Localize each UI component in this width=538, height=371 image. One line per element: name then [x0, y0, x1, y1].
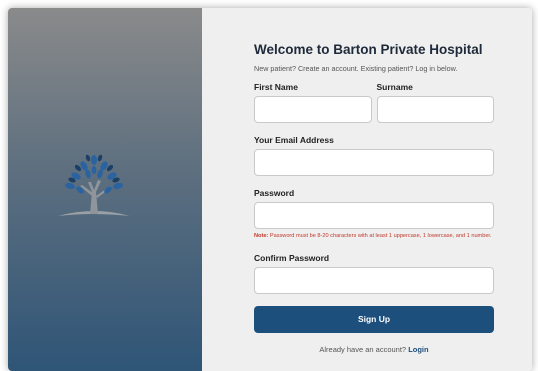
password-note: Note: Password must be 8-20 characters w… [254, 233, 494, 241]
tree-logo-icon [58, 154, 130, 216]
login-prompt: Already have an account? Login [254, 345, 494, 354]
surname-group: Surname [376, 82, 494, 123]
surname-input[interactable] [376, 96, 494, 123]
sign-up-button[interactable]: Sign Up [254, 305, 494, 333]
email-group: Your Email Address [254, 135, 494, 176]
confirm-password-group: Confirm Password [254, 253, 494, 294]
login-prompt-text: Already have an account? [319, 344, 409, 354]
name-row: First Name Surname [254, 82, 494, 123]
brand-panel [8, 8, 202, 371]
note-prefix: Note: [254, 233, 269, 239]
confirm-password-label: Confirm Password [254, 252, 330, 263]
first-name-group: First Name [254, 82, 372, 123]
password-input[interactable] [254, 202, 494, 229]
signup-panel: Welcome to Barton Private Hospital New p… [202, 8, 532, 371]
email-input[interactable] [254, 149, 494, 176]
password-label: Password [254, 188, 295, 198]
surname-label: Surname [376, 82, 413, 92]
login-link[interactable]: Login [408, 345, 428, 354]
note-text: Password must be 8-20 characters with at… [268, 233, 492, 239]
confirm-password-input[interactable] [254, 266, 494, 294]
email-label: Your Email Address [254, 135, 334, 145]
first-name-input[interactable] [254, 96, 372, 123]
first-name-label: First Name [254, 82, 298, 92]
page-subtitle: New patient? Create an account. Existing… [254, 64, 458, 73]
password-group: Password [254, 188, 494, 229]
signup-form: Welcome to Barton Private Hospital New p… [254, 42, 494, 354]
app-window: Welcome to Barton Private Hospital New p… [8, 8, 532, 371]
page-title: Welcome to Barton Private Hospital [254, 42, 483, 57]
